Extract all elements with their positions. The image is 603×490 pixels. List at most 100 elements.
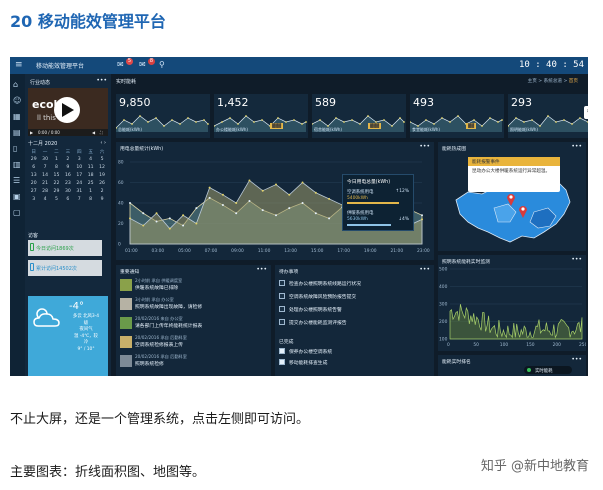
- calendar-day[interactable]: 30: [39, 157, 50, 165]
- fullscreen-icon[interactable]: ⛶: [100, 130, 103, 135]
- mail-icon[interactable]: ✉: [117, 60, 124, 69]
- calendar-day[interactable]: 19: [96, 173, 107, 181]
- menu-icon[interactable]: ≡: [15, 60, 23, 70]
- notice-item[interactable]: 2小时前 承自 供暖调度室 供暖系统故障已排除: [118, 278, 268, 294]
- done-item[interactable]: 移动能耗排查生成: [275, 357, 425, 366]
- calendar-day[interactable]: 8: [85, 197, 96, 205]
- task-item[interactable]: 处理办公楼照明系统告警: [279, 306, 342, 313]
- table-icon[interactable]: ▤: [13, 128, 21, 137]
- notice-item[interactable]: 3小时前 承自 办公室 照明系统故障出现故障，请检修: [118, 297, 268, 313]
- checkbox-checked[interactable]: [279, 359, 285, 365]
- calendar-day[interactable]: 13: [28, 173, 39, 181]
- energy-y-tick: 80: [118, 160, 124, 166]
- calendar-day[interactable]: 1: [85, 189, 96, 197]
- calendar-day[interactable]: 24: [74, 181, 85, 189]
- calendar-day[interactable]: 22: [51, 181, 62, 189]
- notice-item[interactable]: 20/02/2016 来自 办公室 请各部门上传年终能耗统计报表: [118, 316, 268, 332]
- calendar-day[interactable]: 1: [51, 157, 62, 165]
- grid-icon[interactable]: ▦: [13, 112, 21, 121]
- calendar-day[interactable]: 17: [74, 173, 85, 181]
- calendar-day[interactable]: 8: [51, 165, 62, 173]
- calendar-nav[interactable]: ‹ ›: [100, 140, 106, 146]
- search-icon[interactable]: ⚲: [159, 60, 165, 69]
- notice-item[interactable]: 20/02/2016 承自 后勤科室 空调系统检修报表上传: [118, 335, 268, 351]
- calendar-day[interactable]: 10: [74, 165, 85, 173]
- calendar-day[interactable]: 4: [85, 157, 96, 165]
- energy-point: [248, 199, 251, 202]
- play-icon[interactable]: [54, 97, 80, 123]
- volume-icon[interactable]: ◀: [92, 130, 95, 135]
- calendar-day[interactable]: 7: [74, 197, 85, 205]
- calendar-day[interactable]: 28: [39, 189, 50, 197]
- news-more-icon[interactable]: •••: [96, 77, 107, 84]
- checkbox[interactable]: [279, 280, 285, 286]
- realtime-toggle[interactable]: 实时能耗: [524, 366, 572, 374]
- calendar-day[interactable]: 26: [96, 181, 107, 189]
- calendar-day[interactable]: 30: [62, 189, 73, 197]
- done-item[interactable]: 保养办公楼空调系统: [279, 348, 332, 355]
- calendar-day[interactable]: 9: [62, 165, 73, 173]
- calendar-day[interactable]: 7: [39, 165, 50, 173]
- calendar-day[interactable]: 5: [96, 157, 107, 165]
- calendar-day[interactable]: 25: [85, 181, 96, 189]
- user-icon[interactable]: ☺: [13, 96, 21, 105]
- calendar-day[interactable]: 11: [85, 165, 96, 173]
- document-icon[interactable]: ▯: [13, 144, 17, 153]
- calendar-day[interactable]: 5: [51, 197, 62, 205]
- calendar-day[interactable]: 2: [62, 157, 73, 165]
- calendar-week: 29 30 1 2 3 4 5: [28, 157, 108, 165]
- calendar-day[interactable]: 4: [39, 197, 50, 205]
- layers-icon[interactable]: ▣: [13, 192, 21, 201]
- ranking-more-icon[interactable]: •••: [571, 356, 582, 363]
- chart-icon[interactable]: ▥: [13, 160, 21, 169]
- tasks-more-icon[interactable]: •••: [419, 266, 430, 273]
- energy-x-tick: 03:00: [152, 248, 165, 254]
- calendar-days[interactable]: 29 30 1 2 3 4 5 6 7 8 9 10 11 12 13 14 15 16 17 18 19 20 21 22 2…: [28, 157, 108, 205]
- play-small-icon[interactable]: ▶: [30, 130, 33, 135]
- task-item[interactable]: 空调系统故障风险预防报告提交: [279, 293, 356, 300]
- calendar-day[interactable]: 2: [96, 189, 107, 197]
- calendar-day[interactable]: 21: [39, 181, 50, 189]
- calendar-day[interactable]: 6: [62, 197, 73, 205]
- calendar-day[interactable]: 23: [62, 181, 73, 189]
- breadcrumb-home[interactable]: 主页: [528, 79, 537, 84]
- video-controls[interactable]: ▶ 0:00 / 0:00 ◀ ⛶: [28, 129, 108, 136]
- task-item[interactable]: 检查办公楼照明系统线路运行状况: [279, 280, 361, 287]
- kpi-point: [433, 123, 435, 125]
- checkbox-checked[interactable]: [279, 348, 285, 354]
- breadcrumb-overview[interactable]: 系统总道: [544, 79, 562, 84]
- notice-item[interactable]: 20/02/2016 承自 后勤科室 照明系统检修: [118, 354, 268, 370]
- calendar-day[interactable]: 18: [85, 173, 96, 181]
- bell-icon[interactable]: ✉: [139, 60, 146, 69]
- notices-more-icon[interactable]: •••: [256, 266, 267, 273]
- calendar-day[interactable]: 29: [28, 157, 39, 165]
- calendar-day[interactable]: 29: [51, 189, 62, 197]
- home-icon[interactable]: ⌂: [13, 80, 18, 89]
- calendar-day[interactable]: 6: [28, 165, 39, 173]
- calendar-day[interactable]: 12: [96, 165, 107, 173]
- calendar-day[interactable]: 16: [62, 173, 73, 181]
- calendar-day[interactable]: 3: [28, 197, 39, 205]
- visitors-total: 累计访问14502次: [28, 260, 102, 276]
- calendar-day[interactable]: 3: [74, 157, 85, 165]
- list-icon[interactable]: ☰: [13, 176, 20, 185]
- calendar-day[interactable]: 14: [39, 173, 50, 181]
- checkbox[interactable]: [279, 293, 285, 299]
- checkbox[interactable]: [279, 306, 285, 312]
- news-video[interactable]: ecol ll this ▶ 0:00 / 0:00 ◀ ⛶: [28, 88, 108, 136]
- calendar-day[interactable]: 27: [28, 189, 39, 197]
- calendar-day[interactable]: 15: [51, 173, 62, 181]
- calendar-day[interactable]: 20: [28, 181, 39, 189]
- settings-icon[interactable]: ▢: [13, 208, 21, 217]
- calendar-day[interactable]: 9: [96, 197, 107, 205]
- settings-gear-icon[interactable]: ⚙: [584, 106, 588, 119]
- task-item[interactable]: 提交办公楼能耗监测评报告: [279, 319, 347, 326]
- realtime-header: 实时能耗: [116, 79, 137, 85]
- energy-y-tick: 40: [118, 201, 124, 207]
- checkbox[interactable]: [279, 319, 285, 325]
- lighting-y-tick: 300: [439, 302, 448, 308]
- kpi-point: [195, 121, 197, 123]
- lighting-x-tick: 0: [447, 342, 450, 348]
- calendar-day[interactable]: 31: [74, 189, 85, 197]
- energy-legend: 今日用电总量(kWh) 空调系统用电 5400kWh ↑12% 供暖系统用电 5…: [342, 174, 414, 231]
